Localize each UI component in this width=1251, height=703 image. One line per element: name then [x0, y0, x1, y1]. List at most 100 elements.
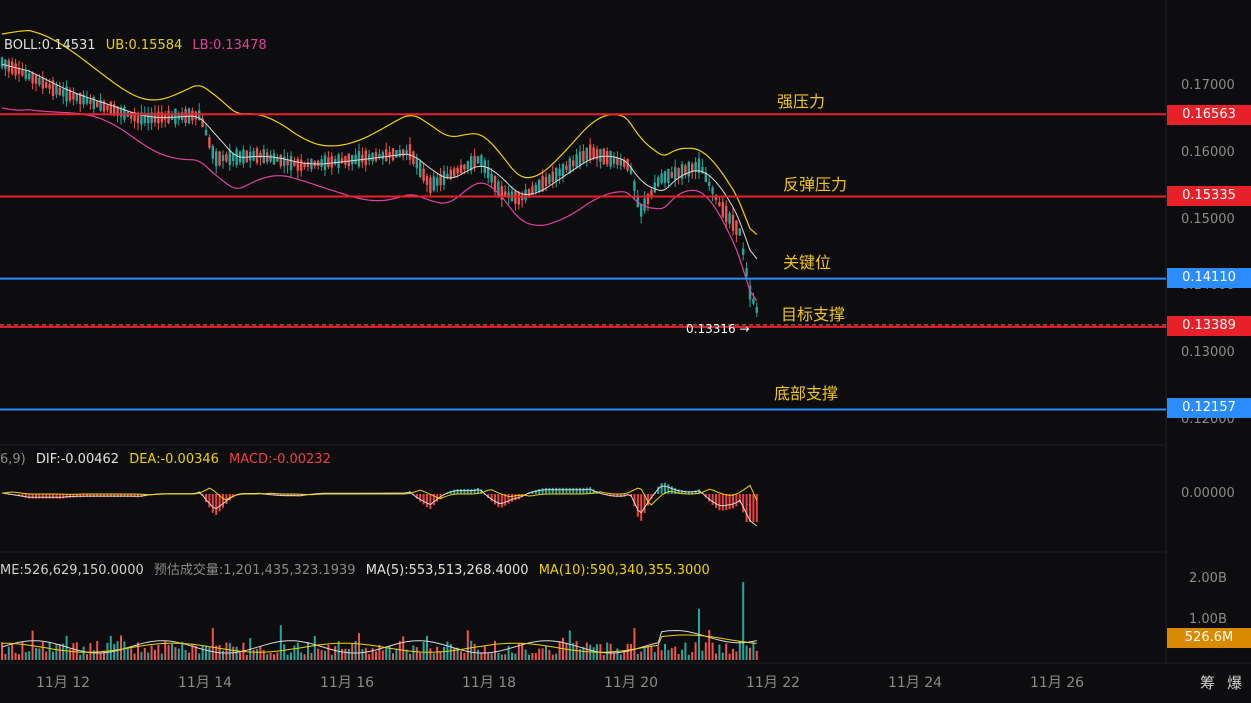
candle-body: [415, 158, 418, 169]
candle-body: [85, 97, 89, 104]
level-tag-target-support: 0.13389: [1167, 316, 1251, 336]
volume-bar: [657, 646, 660, 660]
volume-bar: [167, 644, 170, 660]
macd-histogram-bar: [215, 494, 218, 515]
macd-histogram-bar: [545, 487, 547, 494]
macd-histogram-bar: [555, 487, 558, 494]
candle-body: [480, 155, 483, 167]
volume-bar: [531, 653, 534, 660]
candle-body: [317, 160, 320, 167]
macd-legend: 6,9) DIF:-0.00462 DEA:-0.00346 MACD:-0.0…: [0, 452, 337, 467]
volume-bar: [477, 649, 479, 660]
volume-bar: [330, 654, 333, 660]
macd-histogram-bar: [752, 494, 755, 522]
chart-canvas[interactable]: [0, 0, 1251, 703]
volume-bar: [667, 649, 670, 660]
candle-body: [670, 172, 673, 178]
macd-tick: 0.00000: [1181, 486, 1235, 501]
candle-body: [582, 150, 585, 162]
candle-body: [255, 148, 259, 163]
macd-histogram-bar: [660, 483, 663, 494]
candle-body: [55, 85, 58, 95]
volume-bar: [650, 645, 653, 660]
macd-histogram-bar: [708, 494, 711, 502]
dea-value: DEA:-0.00346: [129, 452, 219, 467]
candle-body: [436, 177, 439, 186]
volume-bar: [643, 646, 646, 660]
price-tick: 0.13000: [1181, 345, 1235, 360]
candle-body: [561, 163, 565, 177]
candle-body: [565, 165, 568, 170]
macd-histogram-bar: [497, 494, 500, 508]
volume-bar: [742, 582, 745, 660]
candle-body: [211, 145, 214, 159]
macd-histogram-bar: [500, 494, 503, 508]
macd-histogram-bar: [41, 494, 44, 499]
candle-body: [667, 168, 670, 184]
candle-body: [89, 99, 92, 105]
volume-bar: [130, 648, 133, 660]
candle-body: [728, 213, 731, 224]
volume-bar: [715, 653, 717, 660]
volume-bar: [358, 633, 360, 660]
candle-body: [289, 156, 293, 171]
volume-bar: [687, 654, 690, 660]
lb-value: LB:0.13478: [192, 38, 267, 53]
volume-bar: [201, 645, 204, 660]
volume-bar: [188, 652, 190, 660]
candle-body: [167, 110, 170, 123]
candle-body: [718, 202, 721, 207]
volume-bar: [633, 628, 636, 660]
candle-body: [306, 162, 310, 167]
candle-body: [619, 158, 622, 166]
macd-histogram-bar: [674, 487, 677, 494]
volume-bar: [235, 646, 238, 660]
candle-body: [524, 189, 527, 201]
volume-bar: [453, 647, 456, 660]
liquidation-button[interactable]: 爆: [1227, 672, 1242, 693]
volume-bar: [11, 643, 14, 660]
candle-body: [653, 182, 656, 193]
volume-bar: [694, 642, 697, 660]
candle-body: [371, 152, 374, 162]
macd-histogram-bar: [636, 494, 639, 517]
macd-histogram-bar: [511, 494, 513, 502]
candle-body: [11, 61, 14, 74]
volume-bar: [463, 652, 466, 660]
volume-bar: [385, 648, 388, 660]
chips-button[interactable]: 筹: [1200, 672, 1215, 693]
candle-body: [456, 167, 459, 174]
candle-body: [752, 298, 755, 304]
volume-bar: [555, 653, 558, 660]
candle-body: [41, 77, 44, 89]
volume-bar: [677, 654, 680, 660]
dea-line: [1, 484, 758, 506]
volume-bar: [725, 643, 728, 660]
volume-bar: [160, 653, 163, 660]
x-tick: 11月 18: [462, 675, 517, 691]
volume-bar: [752, 641, 755, 660]
candle-body: [228, 150, 231, 166]
volume-bar: [402, 636, 405, 660]
volume-bar: [239, 652, 241, 660]
volume-bar: [419, 652, 422, 660]
volume-bar: [473, 643, 476, 660]
candle-body: [572, 160, 575, 167]
macd-histogram-bar: [28, 494, 31, 499]
macd-histogram-bar: [426, 494, 428, 508]
candle-body: [106, 105, 109, 110]
volume-bar: [426, 635, 428, 660]
macd-histogram-bar: [585, 487, 588, 494]
macd-histogram-bar: [48, 494, 51, 499]
candle-body: [300, 159, 303, 171]
macd-histogram-bar: [558, 487, 561, 494]
volume-bar: [14, 652, 17, 660]
volume-bar: [684, 642, 687, 660]
macd-histogram-bar: [749, 494, 751, 522]
candle-body: [633, 181, 636, 191]
volume-bar: [681, 649, 683, 660]
macd-histogram-bar: [572, 487, 575, 494]
candle-body: [463, 164, 466, 170]
volume-bar: [157, 644, 160, 660]
volume-tag: 526.6M: [1167, 628, 1251, 648]
